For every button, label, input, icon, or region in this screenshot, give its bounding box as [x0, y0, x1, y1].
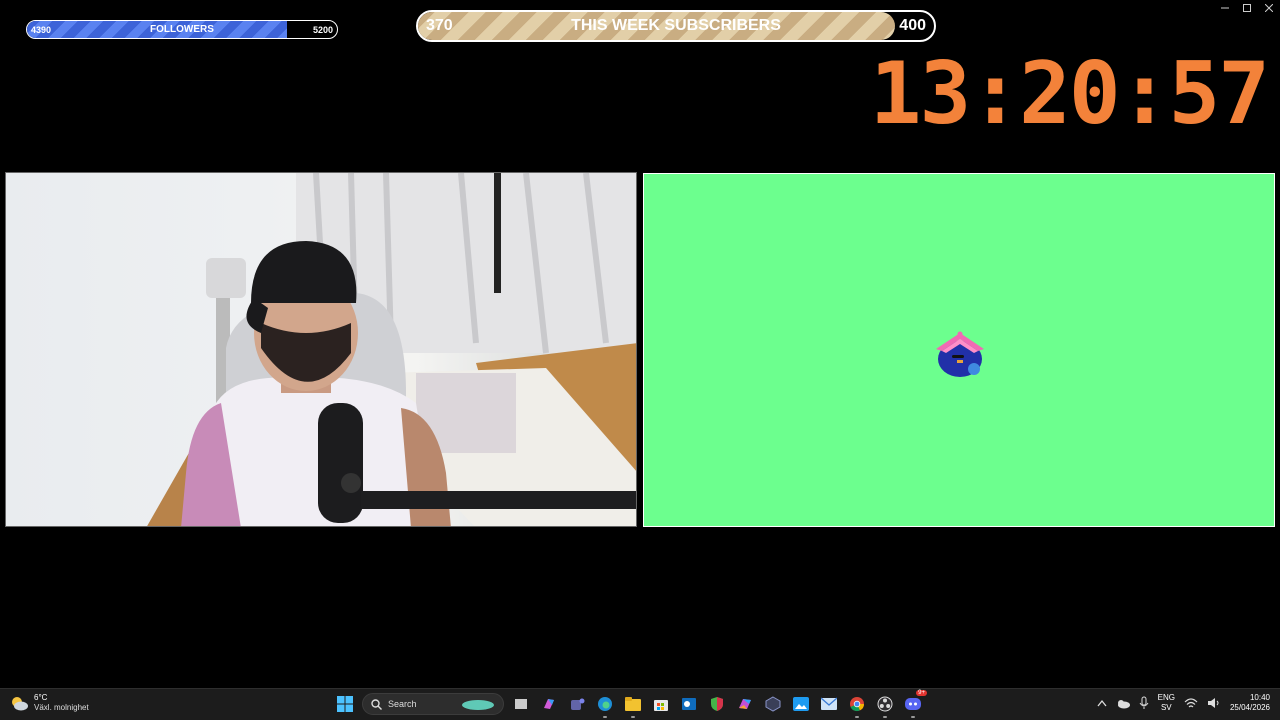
webcam-image [147, 173, 636, 526]
obs-icon [877, 696, 893, 712]
language-indicator[interactable]: ENG SV [1158, 693, 1175, 713]
language-primary: ENG [1157, 693, 1175, 702]
countdown-timer: 13:20:57 [869, 44, 1270, 144]
search-icon [371, 698, 382, 710]
file-explorer-button[interactable] [622, 693, 644, 718]
weather-widget[interactable]: 6°C Växl. molnighet [10, 693, 89, 713]
security-button[interactable] [706, 693, 728, 715]
maximize-icon[interactable] [1236, 0, 1258, 16]
taskbar: 6°C Växl. molnighet Search 9+ ENG SV 10:… [0, 688, 1280, 720]
task-view-icon [515, 699, 527, 709]
weather-temp: 6°C [34, 693, 48, 702]
mail-button[interactable] [818, 693, 840, 715]
edge-icon [598, 697, 612, 711]
store-button[interactable] [650, 693, 672, 715]
subscribers-goal-bar: 370 THIS WEEK SUBSCRIBERS 400 [416, 10, 936, 42]
taskbar-search[interactable]: Search [362, 693, 504, 715]
webcam-feed [5, 172, 637, 527]
followers-label: FOLLOWERS [150, 24, 214, 35]
discord-button[interactable]: 9+ [902, 690, 927, 718]
language-secondary: SV [1160, 703, 1172, 712]
discord-notification-badge: 9+ [916, 690, 927, 696]
subscribers-label: THIS WEEK SUBSCRIBERS [571, 17, 781, 34]
minimize-icon[interactable] [1214, 0, 1236, 16]
start-button[interactable] [334, 693, 356, 715]
outlook-button[interactable] [678, 693, 700, 715]
volume-icon[interactable] [1207, 697, 1221, 709]
chrome-icon [850, 697, 864, 712]
folder-icon [625, 697, 641, 711]
copilot-icon [544, 699, 554, 709]
green-screen-panel [643, 173, 1275, 527]
chevron-up-icon[interactable] [1097, 699, 1107, 707]
outlook-icon [682, 698, 696, 710]
photos-button[interactable] [790, 693, 812, 715]
shield-icon [711, 697, 723, 711]
mail-icon [821, 697, 837, 710]
taskbar-date: 25/04/2026 [1229, 703, 1270, 712]
microphone-icon[interactable] [1139, 696, 1149, 710]
vpn-button[interactable] [762, 693, 784, 715]
chrome-button[interactable] [846, 693, 868, 718]
search-placeholder: Search [388, 699, 417, 709]
cloudy-weather-icon [12, 697, 28, 711]
teams-button[interactable] [566, 693, 588, 715]
system-tray: ENG SV 10:40 25/04/2026 [1097, 693, 1270, 713]
clock-date[interactable]: 10:40 25/04/2026 [1230, 693, 1270, 713]
discord-icon [905, 698, 921, 710]
weather-desc: Växl. molnighet [34, 703, 89, 712]
edge-button[interactable] [594, 693, 616, 718]
taskbar-time: 10:40 [1249, 693, 1270, 702]
search-highlight-icon [462, 700, 494, 710]
obs-button[interactable] [874, 693, 896, 718]
copilot-button[interactable] [538, 693, 560, 715]
m365-icon [739, 699, 751, 709]
wifi-icon[interactable] [1184, 697, 1198, 709]
onedrive-icon[interactable] [1116, 697, 1130, 709]
windows-icon [337, 696, 353, 712]
teams-icon [571, 698, 585, 710]
vpn-icon [765, 696, 781, 712]
task-view-button[interactable] [510, 693, 532, 715]
m365-button[interactable] [734, 693, 756, 715]
store-icon [654, 700, 668, 711]
mascot-icon [936, 331, 984, 377]
close-icon[interactable] [1258, 0, 1280, 16]
window-controls [1214, 0, 1280, 16]
photos-icon [793, 697, 809, 711]
followers-goal-bar: 4390 FOLLOWERS 5200 [26, 20, 338, 39]
